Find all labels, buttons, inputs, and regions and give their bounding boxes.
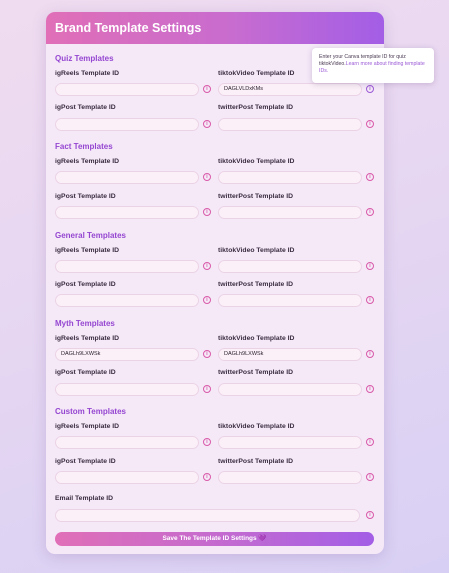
section-title-custom: Custom Templates [55, 407, 126, 416]
custom-twitterpost-input[interactable] [218, 471, 362, 484]
field-label: tiktokVideo Template ID [218, 158, 295, 165]
card-header: Brand Template Settings [46, 12, 384, 44]
info-icon[interactable]: i [366, 173, 374, 181]
field-label: twitterPost Template ID [218, 193, 294, 200]
general-igreels-input[interactable] [55, 260, 199, 273]
general-igpost-input[interactable] [55, 294, 199, 307]
field-label: twitterPost Template ID [218, 369, 294, 376]
email-label: Email Template ID [55, 495, 114, 502]
info-icon[interactable]: i [203, 350, 211, 358]
custom-tiktokvideo-input[interactable] [218, 436, 362, 449]
field-label: igReels Template ID [55, 335, 120, 342]
info-icon[interactable]: i [366, 350, 374, 358]
fact-tiktokvideo-input[interactable] [218, 171, 362, 184]
info-icon[interactable]: i [203, 85, 211, 93]
page-title: Brand Template Settings [55, 21, 202, 35]
tooltip: Enter your Canva template ID for quiz ti… [312, 48, 434, 83]
field-label: igReels Template ID [55, 70, 120, 77]
fact-igpost-input[interactable] [55, 206, 199, 219]
info-icon[interactable]: i [366, 262, 374, 270]
fact-igreels-input[interactable] [55, 171, 199, 184]
info-icon[interactable]: i [366, 85, 374, 93]
field-label: igPost Template ID [55, 458, 116, 465]
field-label: igReels Template ID [55, 423, 120, 430]
info-icon[interactable]: i [203, 473, 211, 481]
info-icon[interactable]: i [203, 438, 211, 446]
field-label: igReels Template ID [55, 247, 120, 254]
custom-igpost-input[interactable] [55, 471, 199, 484]
info-icon[interactable]: i [203, 173, 211, 181]
info-icon[interactable]: i [366, 296, 374, 304]
myth-igreels-input[interactable]: DAGLh9LXWSk [55, 348, 199, 361]
field-label: igPost Template ID [55, 104, 116, 111]
info-icon[interactable]: i [203, 120, 211, 128]
quiz-twitterpost-input[interactable] [218, 118, 362, 131]
info-icon[interactable]: i [203, 296, 211, 304]
quiz-igreels-input[interactable] [55, 83, 199, 96]
info-icon[interactable]: i [366, 511, 374, 519]
general-tiktokvideo-input[interactable] [218, 260, 362, 273]
info-icon[interactable]: i [366, 438, 374, 446]
field-label: igReels Template ID [55, 158, 120, 165]
info-icon[interactable]: i [366, 120, 374, 128]
field-label: igPost Template ID [55, 369, 116, 376]
field-label: tiktokVideo Template ID [218, 335, 295, 342]
field-label: twitterPost Template ID [218, 281, 294, 288]
field-label: twitterPost Template ID [218, 458, 294, 465]
general-twitterpost-input[interactable] [218, 294, 362, 307]
custom-igreels-input[interactable] [55, 436, 199, 449]
myth-igpost-input[interactable] [55, 383, 199, 396]
myth-twitterpost-input[interactable] [218, 383, 362, 396]
email-template-input[interactable] [55, 509, 360, 522]
quiz-igpost-input[interactable] [55, 118, 199, 131]
field-label: tiktokVideo Template ID [218, 247, 295, 254]
info-icon[interactable]: i [203, 208, 211, 216]
info-icon[interactable]: i [203, 262, 211, 270]
field-label: igPost Template ID [55, 193, 116, 200]
info-icon[interactable]: i [366, 473, 374, 481]
save-button[interactable]: Save The Template ID Settings 💜 [55, 532, 374, 546]
myth-tiktokvideo-input[interactable]: DAGLh9LXWSk [218, 348, 362, 361]
info-icon[interactable]: i [366, 208, 374, 216]
settings-card: Brand Template Settings Quiz Templates i… [46, 12, 384, 554]
section-title-fact: Fact Templates [55, 142, 113, 151]
field-label: igPost Template ID [55, 281, 116, 288]
section-title-general: General Templates [55, 231, 126, 240]
field-label: twitterPost Template ID [218, 104, 294, 111]
quiz-tiktokvideo-input[interactable]: DAGLVLDxKMs [218, 83, 362, 96]
section-title-quiz: Quiz Templates [55, 54, 114, 63]
info-icon[interactable]: i [366, 385, 374, 393]
info-icon[interactable]: i [203, 385, 211, 393]
fact-twitterpost-input[interactable] [218, 206, 362, 219]
field-label: tiktokVideo Template ID [218, 70, 295, 77]
field-label: tiktokVideo Template ID [218, 423, 295, 430]
section-title-myth: Myth Templates [55, 319, 115, 328]
